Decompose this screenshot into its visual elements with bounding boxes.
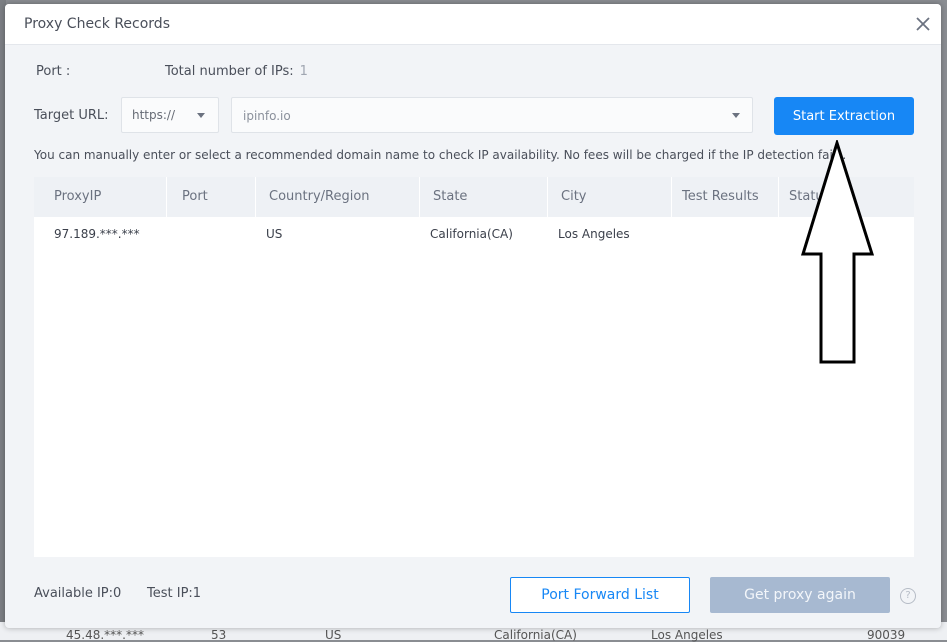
col-state: State (433, 189, 468, 204)
col-city: City (561, 189, 587, 204)
col-test-results: Test Results (682, 189, 759, 204)
col-country: Country/Region (269, 189, 370, 204)
dialog-title: Proxy Check Records (24, 16, 170, 32)
target-url-combobox[interactable] (231, 97, 753, 133)
target-url-label: Target URL: (34, 108, 109, 123)
test-ip-text: Test IP:1 (147, 586, 202, 601)
proxy-table: ProxyIP Port Country/Region State City T… (34, 177, 914, 557)
cell-proxyip: 97.189.***.*** (54, 227, 140, 241)
col-port: Port (182, 189, 208, 204)
protocol-select[interactable]: https:// (121, 97, 219, 133)
target-url-input[interactable] (241, 106, 715, 126)
col-proxyip: ProxyIP (54, 189, 102, 204)
cell-country: US (266, 227, 283, 241)
start-extraction-button[interactable]: Start Extraction (774, 97, 914, 135)
chevron-down-icon (197, 113, 205, 118)
total-ips-value: 1 (299, 64, 308, 79)
chevron-down-icon[interactable] (732, 113, 740, 118)
total-ips-label: Total number of IPs: (165, 64, 294, 79)
dialog-header: Proxy Check Records (5, 4, 941, 45)
cell-city: Los Angeles (558, 227, 630, 241)
protocol-value: https:// (132, 108, 176, 122)
total-ips: Total number of IPs: 1 (165, 64, 308, 79)
available-ip-text: Available IP:0 (34, 586, 122, 601)
help-icon[interactable]: ? (900, 588, 916, 604)
close-icon[interactable] (913, 14, 933, 34)
up-arrow-annotation-icon (800, 140, 875, 364)
port-forward-list-button[interactable]: Port Forward List (510, 577, 690, 613)
port-label: Port : (36, 64, 71, 79)
table-header: ProxyIP Port Country/Region State City T… (34, 177, 914, 217)
hint-text: You can manually enter or select a recom… (34, 148, 847, 162)
get-proxy-again-button: Get proxy again (710, 577, 890, 613)
cell-state: California(CA) (430, 227, 513, 241)
